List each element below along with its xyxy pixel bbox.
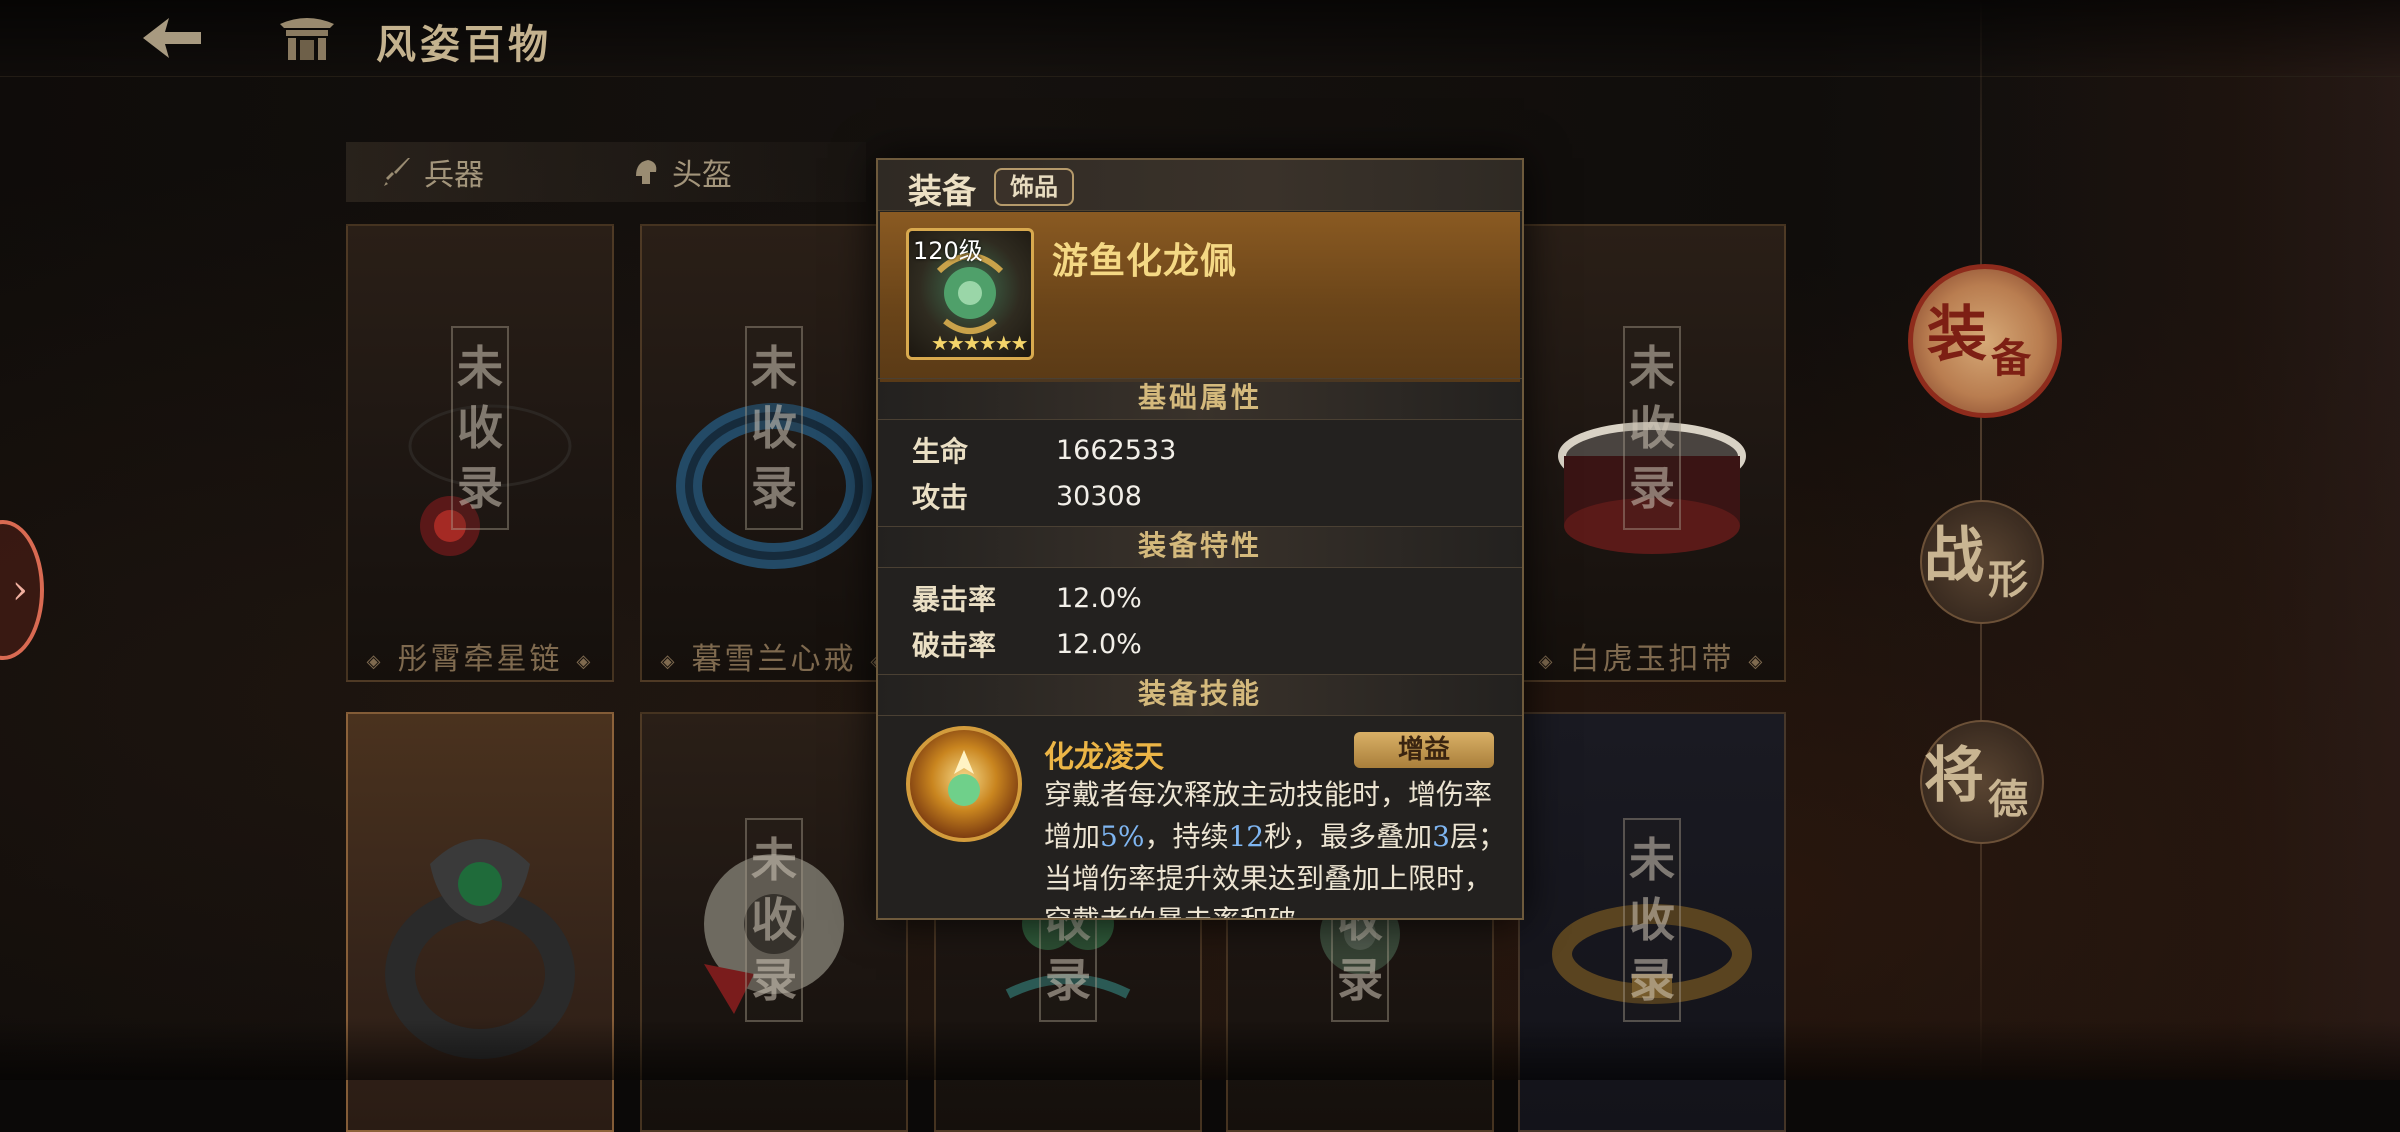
skill-type-tag: 增益 (1354, 732, 1494, 768)
item-card-name: 彤霄牵星链 (348, 634, 612, 678)
section-equipment-traits: 装备特性 (878, 526, 1522, 568)
tab-helmet-label: 头盔 (672, 158, 732, 193)
stat-row: 暴击率 12.0% (912, 582, 1142, 617)
item-name: 游鱼化龙佩 (1052, 240, 1238, 282)
item-card[interactable]: 未收录 白虎玉扣带 (1518, 224, 1786, 682)
item-card-name: 暮雪兰心戒 (642, 634, 906, 678)
back-button[interactable] (130, 10, 210, 66)
category-tabs: 兵器 头盔 (346, 142, 866, 202)
gate-icon (278, 14, 336, 62)
helmet-icon (636, 160, 657, 184)
not-collected-stamp: 未收录 (745, 818, 803, 1022)
side-tab-equipment[interactable]: 装 备 (1908, 264, 2062, 418)
tab-weapon-label: 兵器 (424, 158, 484, 193)
item-detail-popup: 装备 饰品 120级 ★★★★★★ 游鱼化龙佩 基础属性 生命 1662533 … (876, 158, 1524, 920)
stat-row: 攻击 30308 (912, 480, 1142, 515)
tab-helmet[interactable]: 头盔 (630, 150, 732, 194)
tab-weapon[interactable]: 兵器 (382, 150, 484, 194)
stat-row: 生命 1662533 (912, 434, 1177, 469)
right-panel-background (1980, 0, 2400, 1080)
not-collected-stamp: 未收录 (745, 326, 803, 530)
popup-header: 装备 饰品 (878, 160, 1522, 212)
side-tab-battle-form[interactable]: 战 形 (1920, 500, 2044, 624)
page-title: 风姿百物 (376, 21, 552, 68)
skill-icon (906, 726, 1022, 842)
item-icon: 120级 ★★★★★★ (906, 228, 1034, 360)
not-collected-stamp: 未收录 (1623, 818, 1681, 1022)
side-tab-general-virtue[interactable]: 将 德 (1920, 720, 2044, 844)
not-collected-stamp: 未收录 (451, 326, 509, 530)
sword-icon (384, 158, 410, 186)
item-card-name: 白虎玉扣带 (1520, 634, 1784, 678)
not-collected-stamp: 未收录 (1623, 326, 1681, 530)
skill-description: 穿戴者每次释放主动技能时，增伤率增加5%，持续12秒，最多叠加3层；当增伤率提升… (1044, 778, 1506, 918)
bottom-fade (0, 1020, 2400, 1080)
stat-row: 破击率 12.0% (912, 628, 1142, 663)
popup-title: 装备 (908, 172, 976, 212)
chevron-right-icon: › (12, 567, 28, 613)
section-equipment-skill: 装备技能 (878, 674, 1522, 716)
top-bar: 风姿百物 (0, 0, 2400, 77)
item-stars: ★★★★★★ (931, 331, 1029, 355)
item-card[interactable]: 未收录 彤霄牵星链 (346, 224, 614, 682)
back-arrow-icon (143, 18, 201, 58)
item-type-badge: 饰品 (994, 168, 1074, 206)
item-card[interactable]: 未收录 暮雪兰心戒 (640, 224, 908, 682)
item-level: 120级 (913, 237, 983, 265)
skill-name: 化龙凌天 (1044, 740, 1164, 775)
section-base-attributes: 基础属性 (878, 378, 1522, 420)
item-banner: 120级 ★★★★★★ 游鱼化龙佩 (880, 212, 1520, 382)
